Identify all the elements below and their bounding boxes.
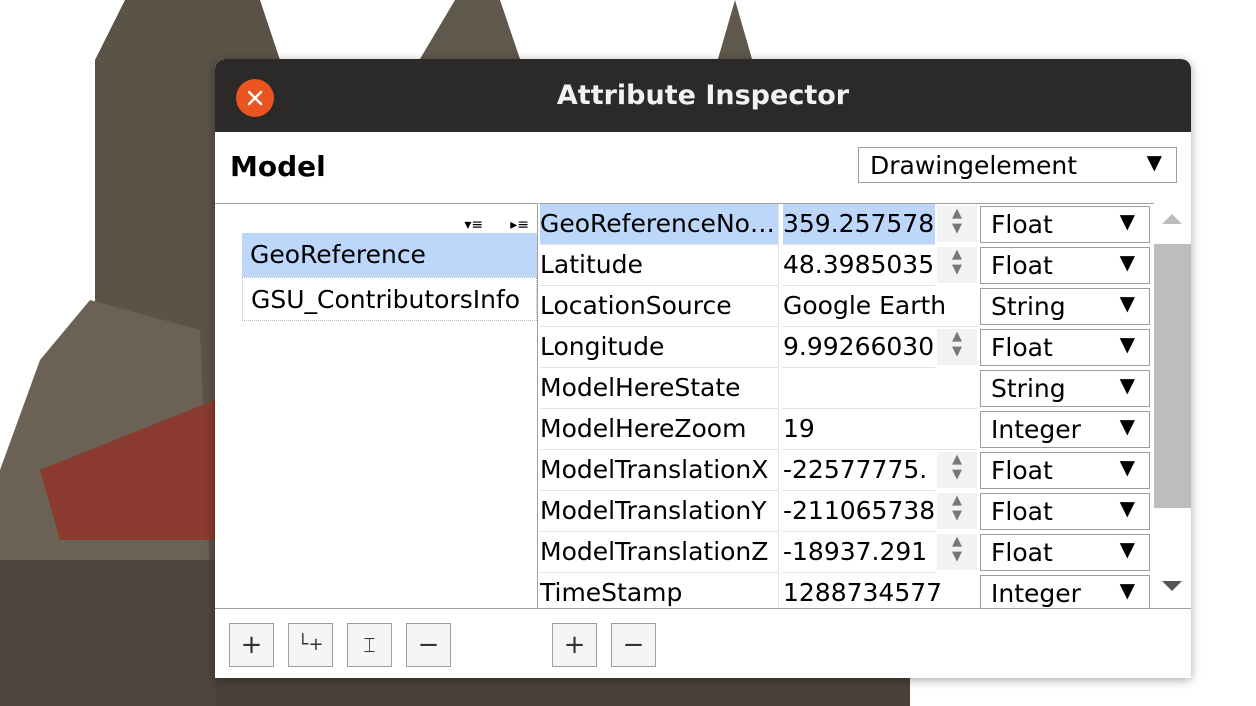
close-icon (247, 90, 263, 106)
table-row: ModelTranslationX -22577775. ▲ ▼ Float ▼ (539, 450, 1154, 491)
attribute-name[interactable]: TimeStamp (540, 573, 779, 609)
tree-toolbar: ▾≡ ▸≡ (442, 214, 529, 233)
attribute-type-select[interactable]: Float ▼ (980, 452, 1150, 489)
close-button[interactable] (236, 79, 274, 117)
attribute-type-value: String (991, 292, 1066, 321)
table-row: ModelHereState String ▼ (539, 368, 1154, 409)
table-row: ModelTranslationY -211065738 ▲ ▼ Float ▼ (539, 491, 1154, 532)
attribute-name[interactable]: GeoReferenceNo… (540, 204, 779, 245)
vertical-scrollbar[interactable] (1154, 204, 1191, 608)
attribute-name[interactable]: LocationSource (540, 286, 779, 327)
table-row: TimeStamp 1288734577 Integer ▼ (539, 573, 1154, 609)
attribute-value-input[interactable]: -22577775. (783, 450, 935, 491)
dropdown-arrow-icon: ▼ (1146, 150, 1162, 174)
value-spinner[interactable]: ▲ ▼ (937, 329, 977, 365)
dropdown-arrow-icon: ▼ (1119, 332, 1135, 356)
scroll-up-icon[interactable] (1162, 214, 1182, 224)
attribute-type-select[interactable]: String ▼ (980, 370, 1150, 407)
dropdown-arrow-icon: ▼ (1119, 496, 1135, 520)
attribute-type-select[interactable]: Integer ▼ (980, 575, 1150, 609)
value-spinner[interactable]: ▲ ▼ (937, 452, 977, 488)
attribute-type-select[interactable]: Integer ▼ (980, 411, 1150, 448)
element-type-select[interactable]: Drawingelement ▼ (858, 147, 1177, 183)
dropdown-arrow-icon: ▼ (1119, 578, 1135, 602)
attribute-value-input[interactable]: 48.3985035 (783, 245, 935, 286)
attribute-value-input[interactable] (783, 368, 977, 409)
attribute-set-tree: ▾≡ ▸≡ GeoReference GSU_ContributorsInfo (215, 203, 538, 608)
table-row: Longitude 9.99266030 ▲ ▼ Float ▼ (539, 327, 1154, 368)
bottom-toolbar: + └+ ⌶ − + − (215, 608, 1191, 678)
attribute-type-select[interactable]: Float ▼ (980, 329, 1150, 366)
attribute-value-input[interactable]: 9.99266030 (783, 327, 935, 368)
remove-attribute-set-button[interactable]: − (406, 623, 451, 667)
header-row: Model Drawingelement ▼ (215, 132, 1191, 202)
attribute-type-value: Float (991, 456, 1053, 485)
value-spinner[interactable]: ▲ ▼ (937, 247, 977, 283)
table-row: LocationSource Google Earth String ▼ (539, 286, 1154, 327)
dropdown-arrow-icon: ▼ (1119, 414, 1135, 438)
attribute-type-value: Float (991, 210, 1053, 239)
attribute-type-value: Float (991, 538, 1053, 567)
add-attribute-button[interactable]: + (552, 623, 597, 667)
attribute-value-input[interactable]: 19 (783, 409, 977, 450)
tree-item-gsu-contributorsinfo[interactable]: GSU_ContributorsInfo (242, 277, 537, 321)
element-type-value: Drawingelement (870, 151, 1078, 180)
attribute-value-input[interactable]: Google Earth (783, 286, 977, 327)
rename-set-button[interactable]: ⌶ (347, 623, 392, 667)
table-row: ModelHereZoom 19 Integer ▼ (539, 409, 1154, 450)
table-row: ModelTranslationZ -18937.291 ▲ ▼ Float ▼ (539, 532, 1154, 573)
attribute-type-value: Integer (991, 415, 1081, 444)
attribute-type-select[interactable]: Float ▼ (980, 493, 1150, 530)
dropdown-arrow-icon: ▼ (1119, 291, 1135, 315)
attribute-name[interactable]: ModelTranslationZ (540, 532, 779, 573)
attribute-value-input[interactable]: 1288734577 (783, 573, 977, 609)
attribute-inspector-window: Attribute Inspector Model Drawingelement… (215, 59, 1191, 678)
attribute-type-value: Float (991, 497, 1053, 526)
dropdown-arrow-icon: ▼ (1119, 455, 1135, 479)
collapse-all-icon[interactable]: ▾≡ (464, 217, 483, 233)
value-spinner[interactable]: ▲ ▼ (937, 493, 977, 529)
add-child-set-button[interactable]: └+ (288, 623, 333, 667)
tree-item-georeference[interactable]: GeoReference (242, 233, 537, 277)
scrollbar-thumb[interactable] (1154, 244, 1191, 508)
value-spinner[interactable]: ▲ ▼ (937, 206, 977, 242)
window-title: Attribute Inspector (556, 80, 850, 111)
title-bar[interactable]: Attribute Inspector (215, 59, 1191, 132)
attribute-type-value: String (991, 374, 1066, 403)
attribute-type-select[interactable]: Float ▼ (980, 247, 1150, 284)
table-row: Latitude 48.3985035 ▲ ▼ Float ▼ (539, 245, 1154, 286)
attribute-type-select[interactable]: String ▼ (980, 288, 1150, 325)
table-row: GeoReferenceNo… 359.257578 ▲ ▼ Float ▼ (539, 204, 1154, 245)
attribute-value-input[interactable]: -211065738 (783, 491, 935, 532)
attribute-type-select[interactable]: Float ▼ (980, 534, 1150, 571)
add-attribute-set-button[interactable]: + (229, 623, 274, 667)
attribute-name[interactable]: ModelHereState (540, 368, 779, 409)
attribute-type-select[interactable]: Float ▼ (980, 206, 1150, 243)
dropdown-arrow-icon: ▼ (1119, 209, 1135, 233)
value-spinner[interactable]: ▲ ▼ (937, 534, 977, 570)
attribute-type-value: Float (991, 251, 1053, 280)
attribute-name[interactable]: Longitude (540, 327, 779, 368)
dropdown-arrow-icon: ▼ (1119, 250, 1135, 274)
attribute-name[interactable]: ModelHereZoom (540, 409, 779, 450)
remove-attribute-button[interactable]: − (611, 623, 656, 667)
attribute-name[interactable]: ModelTranslationX (540, 450, 779, 491)
dropdown-arrow-icon: ▼ (1119, 537, 1135, 561)
attribute-table: GeoReferenceNo… 359.257578 ▲ ▼ Float ▼ Lat… (539, 203, 1154, 609)
attribute-type-value: Float (991, 333, 1053, 362)
attribute-type-value: Integer (991, 579, 1081, 608)
attribute-name[interactable]: ModelTranslationY (540, 491, 779, 532)
dropdown-arrow-icon: ▼ (1119, 373, 1135, 397)
expand-all-icon[interactable]: ▸≡ (510, 217, 529, 233)
attribute-value-input[interactable]: -18937.291 (783, 532, 935, 573)
scroll-down-icon[interactable] (1162, 581, 1182, 591)
attribute-name[interactable]: Latitude (540, 245, 779, 286)
model-label: Model (230, 150, 326, 183)
attribute-value-input[interactable]: 359.257578 (783, 204, 935, 245)
